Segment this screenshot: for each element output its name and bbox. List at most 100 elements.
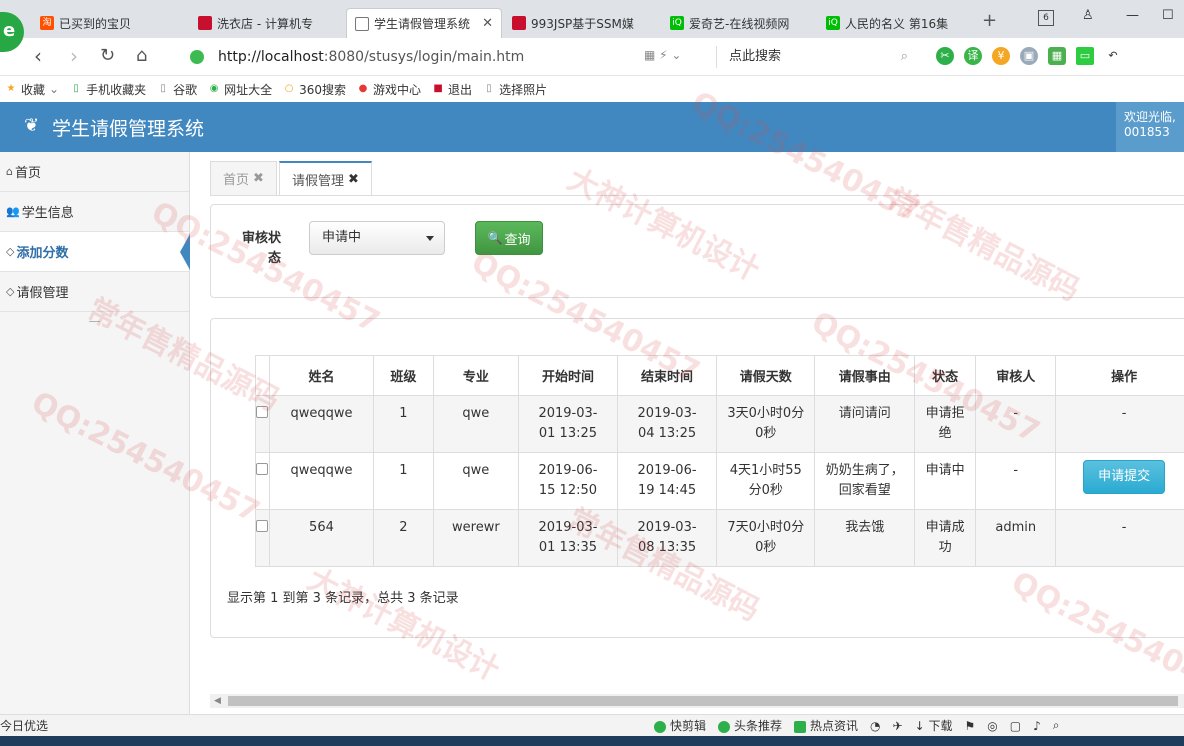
browser-tab[interactable]: 洗衣店 - 计算机专: [190, 10, 342, 36]
status-item[interactable]: 热点资讯: [794, 717, 858, 734]
url-input[interactable]: http://localhost:8080/stusys/login/main.…: [190, 46, 710, 68]
submit-application-button[interactable]: 申请提交: [1083, 460, 1166, 494]
bookmark-item[interactable]: ■ 退出: [431, 81, 472, 98]
tag-icon: ◇: [6, 285, 15, 298]
coin-icon[interactable]: ¥: [992, 47, 1010, 65]
column-header[interactable]: 状态: [913, 355, 977, 396]
close-tab-icon[interactable]: ✕: [474, 16, 501, 31]
horizontal-scrollbar[interactable]: ◀: [210, 694, 1184, 708]
tab-home[interactable]: 首页 ✖: [210, 161, 277, 195]
status-right-items: 快剪辑 头条推荐 热点资讯 ◔ ✈ ↓ 下载 ⚑ ◎ ▢ ♪ ⌕: [654, 717, 1059, 734]
status-left-text[interactable]: 今日优选: [0, 717, 48, 734]
column-header[interactable]: 审核人: [975, 355, 1057, 396]
cell-days: 3天0小时0分0秒: [716, 395, 816, 453]
page-icon: ▯: [486, 83, 492, 94]
minimize-icon[interactable]: —: [1126, 8, 1139, 23]
column-header[interactable]: 专业: [432, 355, 519, 396]
battery-icon[interactable]: ▭: [1076, 47, 1094, 65]
browser-icon[interactable]: ◎: [987, 719, 997, 733]
column-header[interactable]: 结束时间: [616, 355, 718, 396]
table-row: qweqqwe 1 qwe 2019-06-15 12:50 2019-06-1…: [255, 452, 1184, 510]
bookmark-item[interactable]: ● 游戏中心: [356, 81, 421, 98]
iqiyi-icon: iQ: [826, 16, 840, 30]
scrollbar-thumb[interactable]: [228, 696, 1178, 706]
status-item[interactable]: ↓ 下载: [915, 717, 953, 734]
sidebar-item-leave-management[interactable]: ◇ 请假管理: [0, 272, 189, 312]
extension-icons: ✂ 译 ¥ ▣ ▦ ▭ ↶: [936, 47, 1122, 65]
cell-end: 2019-06-19 14:45: [616, 452, 718, 510]
tool-icon[interactable]: ✈: [893, 719, 903, 733]
search-input[interactable]: 点此搜索 ⌕: [716, 46, 916, 68]
scissors-icon[interactable]: ✂: [936, 47, 954, 65]
row-checkbox[interactable]: [256, 406, 269, 418]
security-shield-icon: [190, 50, 204, 64]
undo-icon[interactable]: ↶: [1104, 47, 1122, 65]
app-title: 学生请假管理系统: [52, 118, 205, 140]
column-header[interactable]: 请假事由: [814, 355, 915, 396]
cell-name: qweqqwe: [268, 452, 374, 510]
hot-news-icon: [794, 720, 807, 733]
bookmark-item[interactable]: ◉ 网址大全: [207, 81, 272, 98]
globe-icon: ◉: [209, 83, 219, 94]
bookmark-item[interactable]: ▯ 选择照片: [482, 81, 547, 98]
browser-tab[interactable]: 993JSP基于SSM媒: [504, 10, 654, 36]
home-icon[interactable]: ⌂: [136, 46, 147, 66]
red-favicon-icon: ■: [433, 83, 443, 94]
tab-count-badge[interactable]: 6: [1038, 10, 1054, 26]
sidebar-item-add-score[interactable]: ◇ 添加分数: [0, 232, 190, 272]
cell-reviewer: admin: [975, 509, 1057, 567]
bookmark-item[interactable]: ▯ 谷歌: [156, 81, 197, 98]
cell-class: 1: [372, 452, 434, 510]
shirt-icon[interactable]: ♙: [1082, 8, 1094, 23]
browser-tab[interactable]: iQ 人民的名义 第16集: [818, 10, 974, 36]
column-header[interactable]: 开始时间: [517, 355, 619, 396]
os-taskbar: [0, 736, 1184, 746]
sidebar-collapse-toggle[interactable]: —: [0, 312, 189, 338]
volume-icon[interactable]: ♪: [1033, 719, 1041, 733]
bookmark-favorites[interactable]: ★ 收藏 ⌄: [4, 81, 60, 98]
zoom-icon[interactable]: ⌕: [1053, 718, 1060, 733]
browser-tab[interactable]: 淘 已买到的宝贝: [32, 10, 182, 36]
scroll-left-icon[interactable]: ◀: [214, 696, 221, 706]
bookmark-item[interactable]: ▯ 手机收藏夹: [69, 81, 146, 98]
close-tab-icon[interactable]: ✖: [253, 171, 264, 186]
row-checkbox[interactable]: [256, 463, 269, 475]
qr-code-icon[interactable]: ▦ ⚡ ⌄: [644, 48, 681, 62]
back-icon[interactable]: ‹: [34, 46, 42, 66]
close-tab-icon[interactable]: ✖: [348, 172, 359, 187]
column-header[interactable]: 操作: [1055, 355, 1184, 396]
red-favicon-icon: [198, 16, 212, 30]
speed-icon[interactable]: ◔: [870, 719, 880, 733]
column-header[interactable]: 请假天数: [716, 355, 816, 396]
status-item[interactable]: 快剪辑: [654, 717, 706, 734]
apps-icon[interactable]: ▦: [1048, 47, 1066, 65]
sidebar-item-student-info[interactable]: 👥 学生信息: [0, 192, 189, 232]
tab-leave-management[interactable]: 请假管理 ✖: [279, 161, 372, 195]
bookmark-item[interactable]: ○ 360搜索: [282, 81, 346, 98]
status-item[interactable]: 头条推荐: [718, 717, 782, 734]
home-icon: ⌂: [6, 165, 13, 178]
cell-end: 2019-03-04 13:25: [616, 395, 718, 453]
image-icon[interactable]: ▣: [1020, 47, 1038, 65]
window-icon[interactable]: ▢: [1010, 719, 1021, 733]
translate-icon[interactable]: 译: [964, 47, 982, 65]
flag-icon[interactable]: ⚑: [964, 719, 975, 733]
search-icon[interactable]: ⌕: [901, 46, 908, 68]
taobao-icon: 淘: [40, 16, 54, 30]
browser-tab[interactable]: iQ 爱奇艺-在线视频网: [662, 10, 812, 36]
iqiyi-icon: iQ: [670, 16, 684, 30]
column-header[interactable]: 班级: [372, 355, 434, 396]
sidebar-item-home[interactable]: ⌂ 首页: [0, 152, 189, 192]
filter-panel: 审核状态 申请中 🔍 查询: [210, 204, 1184, 298]
status-select[interactable]: 申请中: [309, 221, 445, 255]
new-tab-icon[interactable]: +: [982, 10, 997, 31]
row-checkbox[interactable]: [256, 520, 269, 532]
browser-tab-active[interactable]: 学生请假管理系统 ✕: [346, 8, 502, 38]
table-row: qweqqwe 1 qwe 2019-03-01 13:25 2019-03-0…: [255, 395, 1184, 453]
column-header[interactable]: 姓名: [268, 355, 374, 396]
forward-icon[interactable]: ›: [70, 46, 78, 66]
refresh-icon[interactable]: ↻: [100, 46, 115, 66]
user-welcome[interactable]: 欢迎光临, 001853: [1116, 102, 1184, 152]
maximize-icon[interactable]: ☐: [1162, 8, 1174, 23]
query-button[interactable]: 🔍 查询: [475, 221, 543, 255]
